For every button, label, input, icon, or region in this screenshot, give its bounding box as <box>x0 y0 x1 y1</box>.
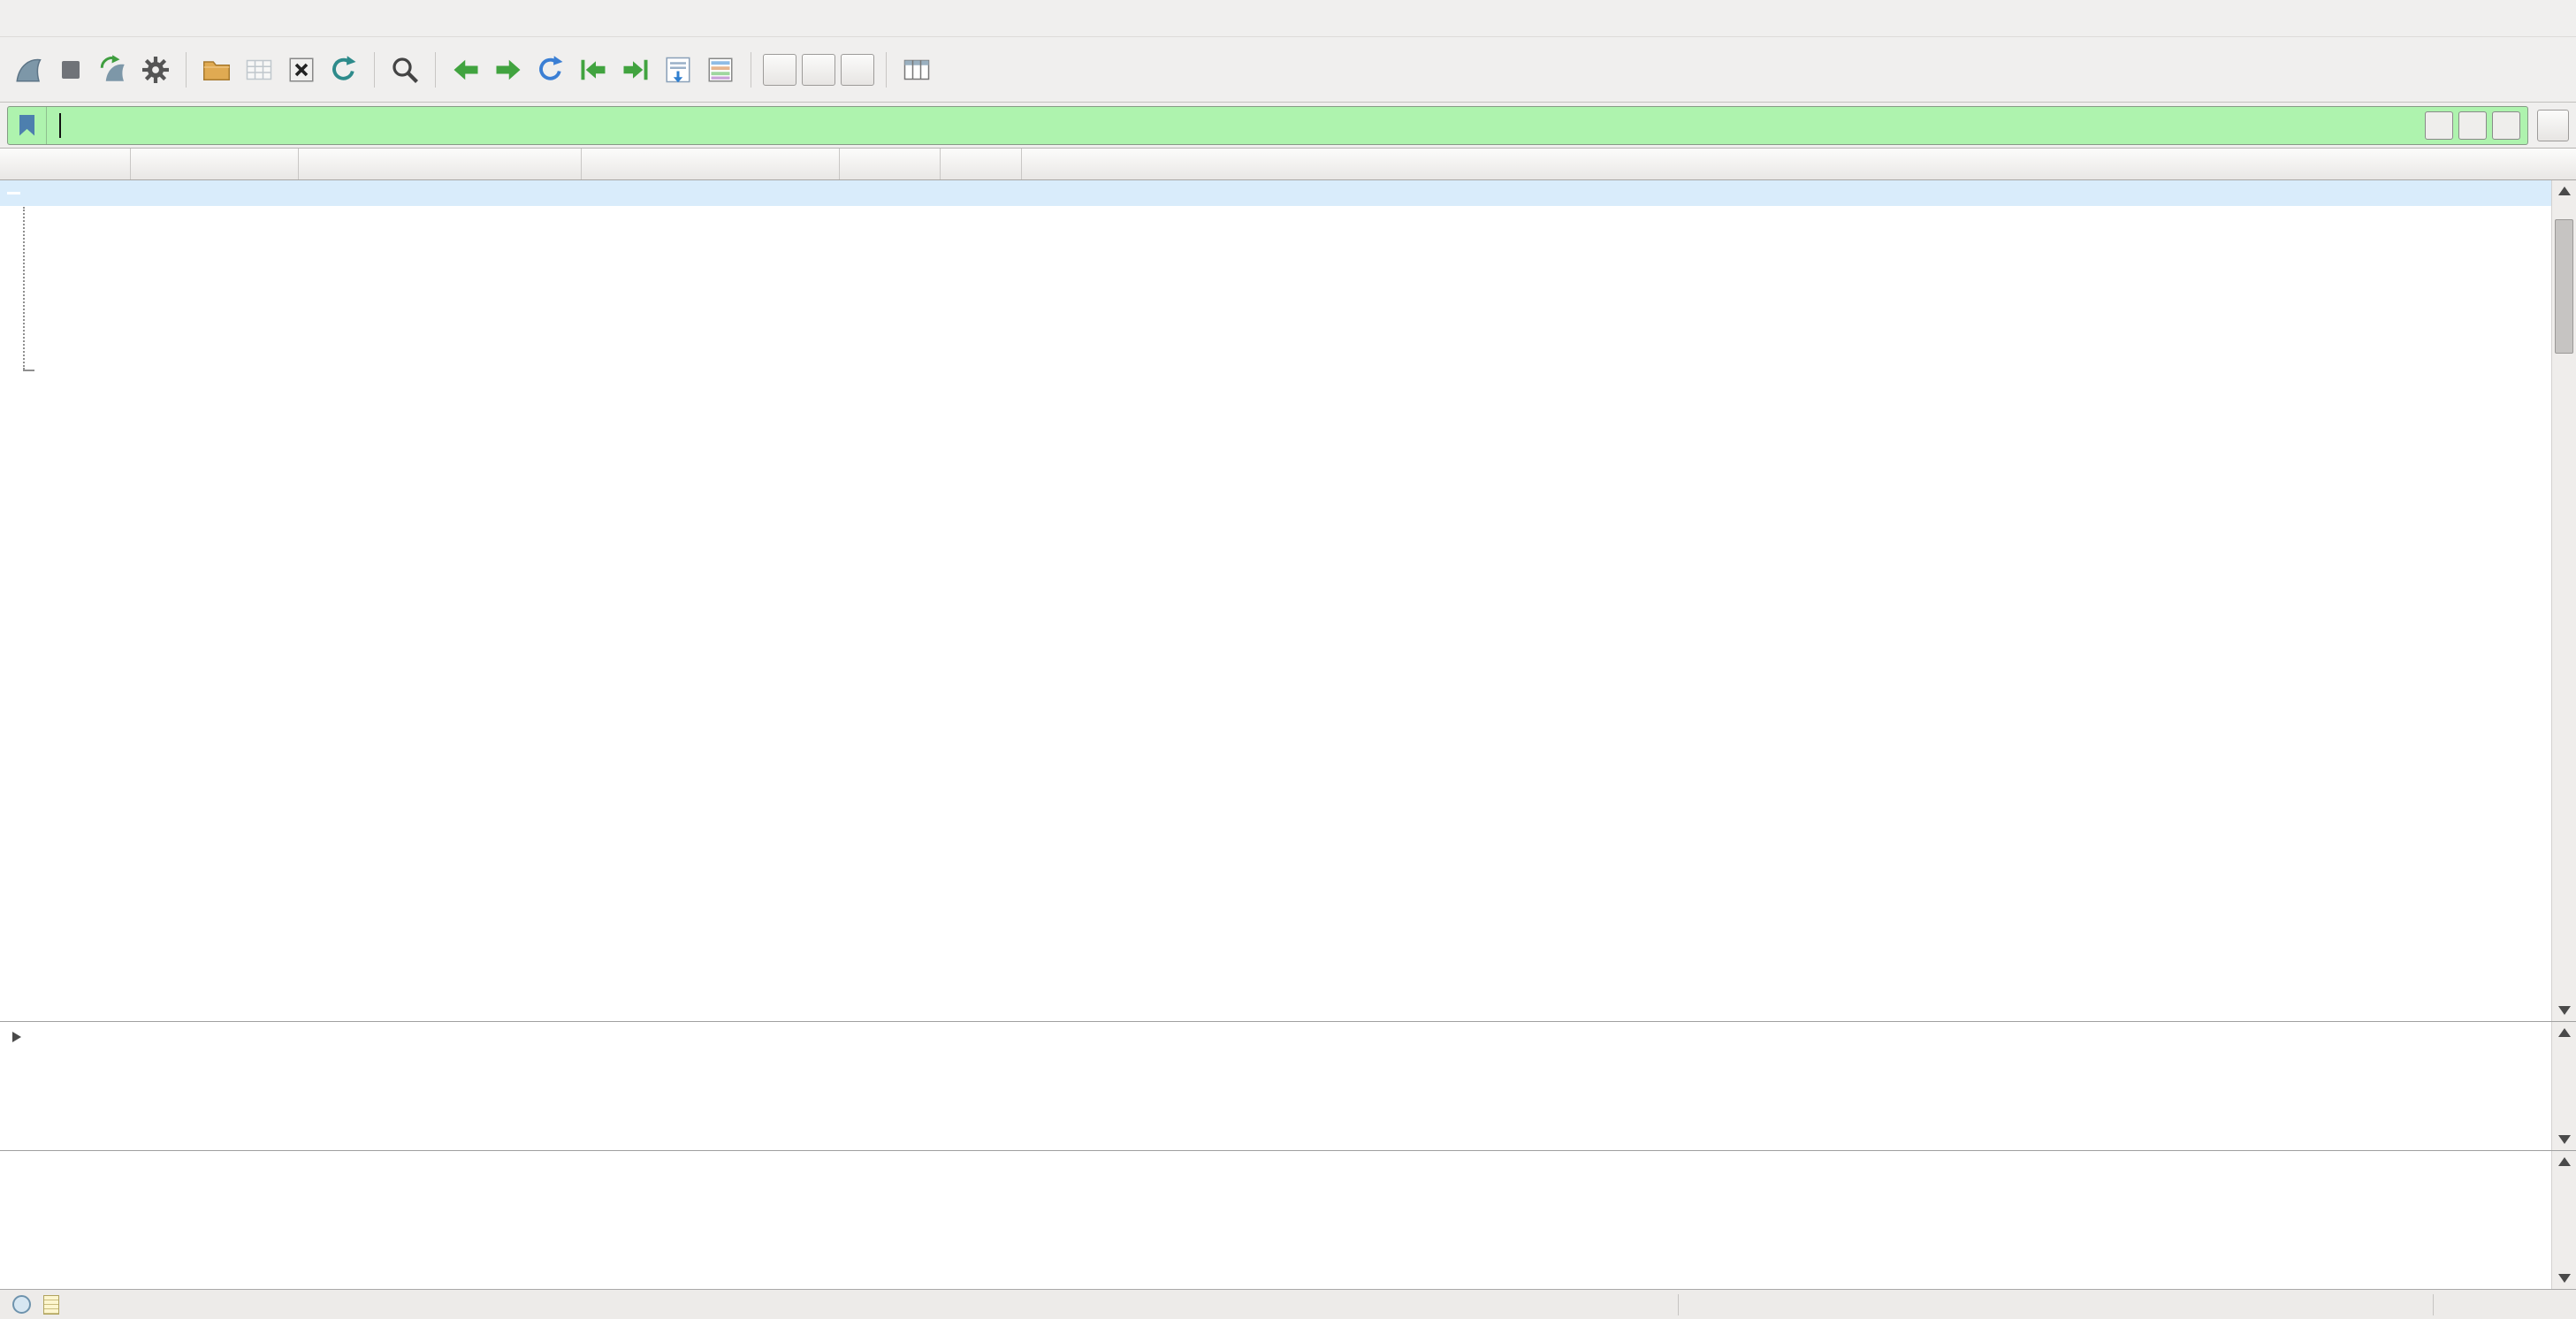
zoom-in-button[interactable] <box>763 54 796 86</box>
packet-list <box>0 180 2551 206</box>
related-packet-tick <box>23 370 34 371</box>
open-file-button[interactable] <box>195 47 238 93</box>
filter-add-button[interactable] <box>2537 110 2569 141</box>
packet-details <box>0 1022 2576 1049</box>
hex-row[interactable] <box>0 1155 2576 1181</box>
resize-columns-button[interactable] <box>896 47 938 93</box>
text-caret <box>59 113 61 138</box>
display-filter-input[interactable] <box>7 106 2528 145</box>
menu-bar <box>0 0 2576 37</box>
details-scrollbar[interactable] <box>2551 1022 2576 1150</box>
save-file-button[interactable] <box>238 47 280 93</box>
toolbar-separator <box>435 52 436 88</box>
packet-details-pane <box>0 1021 2576 1150</box>
scroll-down-arrow[interactable] <box>2558 1274 2571 1283</box>
status-separator <box>2433 1294 2434 1315</box>
detail-line[interactable] <box>0 1025 2576 1049</box>
gear-icon <box>140 54 171 86</box>
column-header-destination[interactable] <box>582 149 840 179</box>
filter-apply-button[interactable] <box>2458 111 2487 140</box>
column-header-info[interactable] <box>1022 149 2576 179</box>
toolbar-separator <box>886 52 887 88</box>
scroll-down-arrow[interactable] <box>2558 1135 2571 1144</box>
hex-scrollbar[interactable] <box>2551 1151 2576 1289</box>
scroll-up-arrow[interactable] <box>2558 1157 2571 1166</box>
goto-circle-arrow-icon <box>535 54 567 86</box>
toolbar-separator <box>374 52 375 88</box>
capture-stop-button[interactable] <box>50 47 92 93</box>
status-bar <box>0 1289 2576 1319</box>
filter-bookmark-button[interactable] <box>8 107 47 144</box>
go-first-packet-button[interactable] <box>572 47 614 93</box>
filter-controls <box>2425 111 2527 140</box>
column-header-source[interactable] <box>299 149 582 179</box>
restart-fin-icon <box>97 54 129 86</box>
go-back-button[interactable] <box>445 47 487 93</box>
packet-source <box>299 180 582 206</box>
related-packets-bracket <box>23 207 25 370</box>
packet-protocol <box>840 180 941 206</box>
bookmark-icon <box>19 115 34 136</box>
auto-scroll-button[interactable] <box>657 47 699 93</box>
auto-scroll-icon <box>662 54 694 86</box>
capture-options-button[interactable] <box>134 47 177 93</box>
column-header-length[interactable] <box>941 149 1022 179</box>
status-separator <box>1678 1294 1679 1315</box>
column-header-protocol[interactable] <box>840 149 941 179</box>
close-icon <box>286 54 317 86</box>
go-last-packet-button[interactable] <box>614 47 657 93</box>
arrow-left-icon <box>450 54 482 86</box>
go-to-packet-button[interactable] <box>530 47 572 93</box>
scroll-down-arrow[interactable] <box>2558 1006 2571 1015</box>
packet-length <box>941 180 1022 206</box>
packet-destination <box>582 180 840 206</box>
packet-row[interactable] <box>0 180 2551 206</box>
capture-restart-button[interactable] <box>92 47 134 93</box>
filter-history-dropdown[interactable] <box>2492 111 2520 140</box>
column-header-time[interactable] <box>131 149 299 179</box>
wireshark-window <box>0 0 2576 1319</box>
capture-start-button[interactable] <box>7 47 50 93</box>
hex-dump <box>0 1151 2576 1181</box>
close-file-button[interactable] <box>280 47 323 93</box>
packet-list-scrollbar[interactable] <box>2551 180 2576 1021</box>
expert-info-icon[interactable] <box>12 1295 31 1314</box>
packet-list-pane <box>0 180 2576 1021</box>
toolbar-separator <box>186 52 187 88</box>
arrow-first-icon <box>577 54 609 86</box>
packet-info <box>1022 180 2551 206</box>
reload-file-button[interactable] <box>323 47 365 93</box>
packet-bytes-pane <box>0 1150 2576 1289</box>
filter-bar <box>0 103 2576 149</box>
column-header-no[interactable] <box>0 149 131 179</box>
search-icon <box>389 54 421 86</box>
go-forward-button[interactable] <box>487 47 530 93</box>
reload-icon <box>328 54 360 86</box>
scroll-up-arrow[interactable] <box>2558 1028 2571 1037</box>
find-packet-button[interactable] <box>384 47 426 93</box>
current-packet-mark <box>7 192 20 194</box>
expander-icon[interactable] <box>12 1032 21 1042</box>
scroll-up-arrow[interactable] <box>2558 187 2571 195</box>
save-grid-icon <box>243 54 275 86</box>
zoom-out-button[interactable] <box>802 54 835 86</box>
zoom-original-button[interactable] <box>841 54 874 86</box>
resize-columns-icon <box>901 54 933 86</box>
main-toolbar <box>0 37 2576 103</box>
scrollbar-thumb[interactable] <box>2555 219 2573 354</box>
arrow-right-icon <box>492 54 524 86</box>
capture-comment-icon[interactable] <box>43 1295 59 1315</box>
packet-list-header <box>0 149 2576 180</box>
colorize-button[interactable] <box>699 47 742 93</box>
packet-time <box>131 180 299 206</box>
colorize-icon <box>705 54 736 86</box>
stop-square-icon <box>62 61 80 79</box>
folder-icon <box>201 54 232 86</box>
filter-clear-button[interactable] <box>2425 111 2453 140</box>
arrow-last-icon <box>620 54 652 86</box>
shark-fin-icon <box>12 54 44 86</box>
